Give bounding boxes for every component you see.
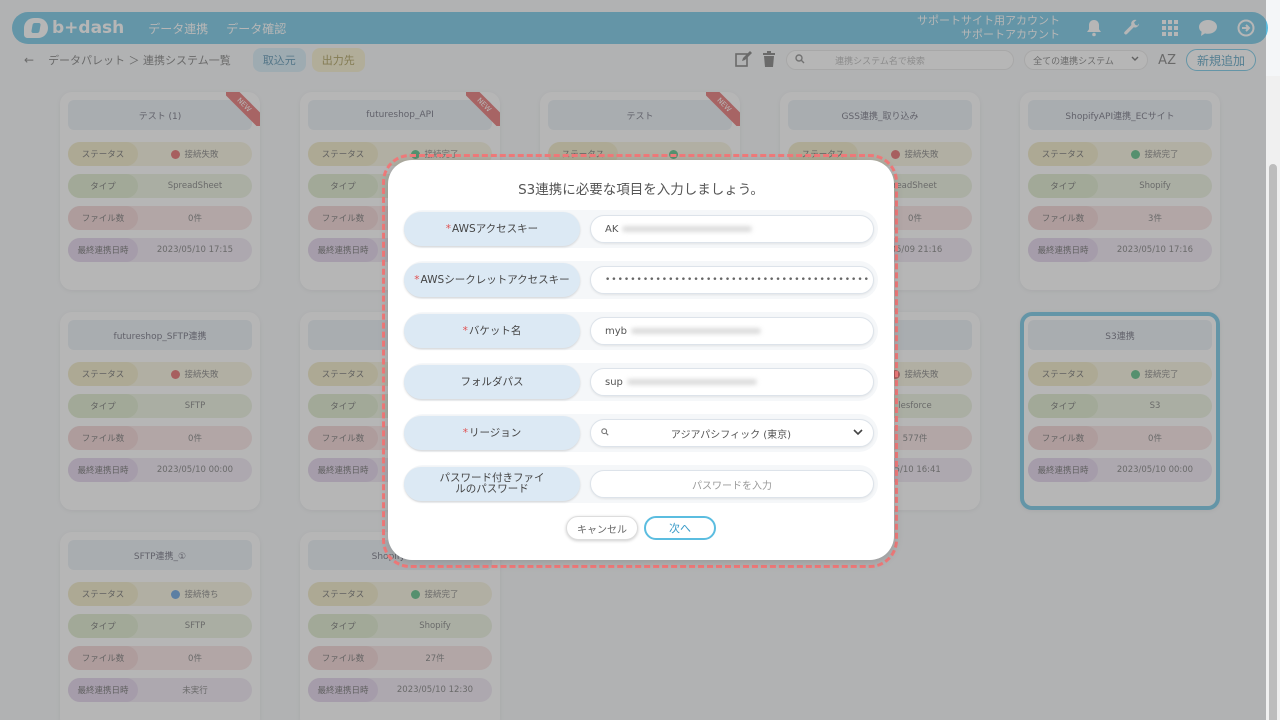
scrollbar[interactable] bbox=[1266, 76, 1280, 720]
cancel-button[interactable]: キャンセル bbox=[566, 516, 638, 540]
field-label: * リージョン bbox=[404, 416, 580, 450]
input-placeholder: パスワードを入力 bbox=[692, 480, 772, 492]
aws-access-key-input[interactable]: AK bbox=[590, 215, 874, 243]
field-bucket-name: * バケット名 myb bbox=[404, 312, 878, 350]
folder-path-input[interactable]: sup bbox=[590, 368, 874, 396]
label-text: パスワード付きファイルのパスワード bbox=[439, 472, 545, 495]
field-label: * バケット名 bbox=[404, 314, 580, 348]
required-mark: * bbox=[462, 324, 468, 337]
input-value: AK bbox=[605, 223, 619, 235]
region-value: アジアパシフィック (東京) bbox=[670, 429, 792, 441]
masked-value bbox=[631, 328, 762, 334]
field-label: フォルダパス bbox=[404, 365, 580, 399]
file-password-input[interactable]: パスワードを入力 bbox=[590, 470, 874, 498]
masked-value bbox=[622, 226, 753, 232]
input-value: myb bbox=[605, 325, 628, 337]
chevron-down-icon bbox=[853, 428, 863, 439]
input-value: ••••••••••••••••••••••••••••••••••••••••… bbox=[605, 275, 870, 285]
search-icon bbox=[601, 427, 609, 439]
field-aws-access-key: * AWSアクセスキー AK bbox=[404, 210, 878, 248]
field-label: パスワード付きファイルのパスワード bbox=[404, 467, 580, 501]
label-text: AWSアクセスキー bbox=[452, 222, 539, 235]
region-select[interactable]: アジアパシフィック (東京) bbox=[590, 419, 874, 447]
s3-settings-modal: S3連携に必要な項目を入力しましょう。 * AWSアクセスキー AK * AWSシー… bbox=[388, 160, 894, 560]
field-aws-secret-key: * AWSシークレットアクセスキー •••••••••••••••••••••••… bbox=[404, 261, 878, 299]
label-text: バケット名 bbox=[468, 324, 522, 337]
modal-title: S3連携に必要な項目を入力しましょう。 bbox=[518, 182, 764, 198]
label-text: AWSシークレットアクセスキー bbox=[420, 273, 570, 286]
required-mark: * bbox=[462, 426, 468, 439]
input-value: sup bbox=[605, 376, 623, 388]
field-label: * AWSシークレットアクセスキー bbox=[404, 263, 580, 297]
required-mark: * bbox=[414, 273, 420, 286]
label-text: リージョン bbox=[468, 426, 522, 439]
field-region: * リージョン アジアパシフィック (東京) bbox=[404, 414, 878, 452]
field-file-password: パスワード付きファイルのパスワード パスワードを入力 bbox=[404, 465, 878, 503]
label-text: フォルダパス bbox=[460, 375, 524, 388]
aws-secret-key-input[interactable]: ••••••••••••••••••••••••••••••••••••••••… bbox=[590, 266, 874, 294]
scrollbar-thumb[interactable] bbox=[1269, 164, 1277, 720]
field-label: * AWSアクセスキー bbox=[404, 212, 580, 246]
bucket-name-input[interactable]: myb bbox=[590, 317, 874, 345]
masked-value bbox=[626, 379, 757, 385]
field-folder-path: フォルダパス sup bbox=[404, 363, 878, 401]
next-button[interactable]: 次へ bbox=[644, 516, 716, 540]
required-mark: * bbox=[445, 222, 452, 235]
